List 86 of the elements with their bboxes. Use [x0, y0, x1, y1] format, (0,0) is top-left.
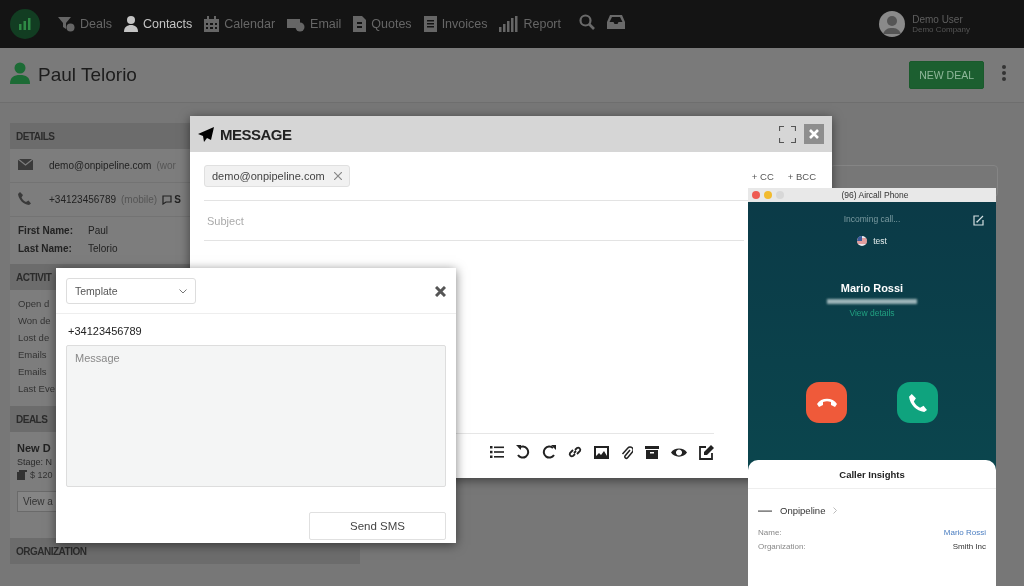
bcc-link[interactable]: + BCC [787, 170, 816, 182]
call-status: Incoming call... [843, 214, 901, 224]
avatar-icon[interactable] [879, 11, 906, 37]
view-all-button[interactable]: View a [17, 491, 59, 512]
view-details-link[interactable]: View details [849, 308, 895, 318]
popout-icon[interactable] [973, 215, 984, 226]
inbox-icon[interactable] [607, 15, 625, 29]
field-label: Last Name: [18, 243, 73, 254]
phone-icon [908, 393, 927, 412]
remove-icon[interactable] [333, 172, 342, 180]
decline-call-button[interactable] [806, 382, 847, 423]
close-button[interactable] [804, 124, 824, 144]
accept-call-button[interactable] [897, 382, 938, 423]
nav-item[interactable]: Email [287, 16, 342, 32]
deal-name[interactable]: New D [17, 442, 51, 454]
document-icon [353, 16, 367, 32]
window-title: (96) Aircall Phone [840, 190, 910, 200]
expand-icon[interactable] [779, 125, 796, 143]
redo-icon[interactable] [542, 445, 556, 459]
insight-label: Organization: [758, 542, 806, 551]
line-name: test [873, 236, 887, 246]
chart-logo-icon [16, 15, 34, 33]
insight-value[interactable]: Mario Rossi [943, 528, 986, 537]
app-logo[interactable] [10, 9, 40, 39]
user-name: Demo User [912, 14, 964, 25]
activity-stat: Open d [18, 298, 50, 309]
insights-title: Caller Insights [748, 460, 996, 489]
person-icon [123, 16, 138, 32]
contact-name: Paul Telorio [38, 64, 137, 86]
edit-icon[interactable] [699, 444, 714, 460]
nav-item[interactable]: Calendar [204, 16, 276, 32]
recipient-phone: +34123456789 [67, 324, 143, 339]
link-icon[interactable] [568, 445, 582, 459]
activity-stat: Last Eve [18, 383, 55, 394]
nav-item[interactable]: Deals [58, 16, 112, 32]
phone-number[interactable]: +34123456789 [49, 194, 117, 205]
chat-bubble-icon [162, 194, 173, 205]
funnel-icon [58, 16, 75, 32]
activity-stat: Won de [18, 315, 51, 326]
paperclip-icon[interactable] [621, 444, 633, 460]
close-icon [809, 129, 819, 139]
email-address[interactable]: demo@onpipeline.com [49, 160, 152, 171]
close-dot-icon[interactable] [752, 191, 760, 199]
close-icon [435, 285, 446, 297]
chevron-right-icon [833, 507, 838, 514]
activity-stat: Lost de [18, 332, 50, 343]
message-field[interactable]: Message [66, 345, 446, 487]
receipt-icon [423, 16, 437, 32]
message-title: MESSAGE [220, 125, 292, 143]
new-deal-button[interactable]: NEW DEAL [909, 61, 984, 89]
calendar-icon [204, 16, 220, 32]
paper-plane-icon [198, 126, 214, 142]
nav-item[interactable]: Contacts [123, 16, 193, 32]
send-sms-button[interactable]: Send SMS [309, 512, 446, 540]
image-icon[interactable] [594, 445, 609, 459]
search-icon[interactable] [579, 14, 595, 30]
eye-icon[interactable] [671, 446, 687, 458]
field-label: First Name: [18, 225, 74, 236]
phone-icon [18, 192, 31, 205]
insight-label: Name: [758, 528, 782, 537]
deal-amount: $ 120 [30, 470, 53, 480]
activity-stat: Emails [18, 349, 47, 360]
envelope-icon [18, 159, 33, 170]
contact-person-icon [10, 62, 30, 84]
list-icon[interactable] [490, 446, 504, 458]
activity-stat: Emails [18, 366, 47, 377]
recipient-chip[interactable]: demo@onpipeline.com [204, 165, 350, 187]
bar-chart-icon [499, 16, 519, 32]
nav-item[interactable]: Invoices [423, 16, 488, 32]
hang-up-icon [816, 398, 837, 407]
cc-link[interactable]: + CC [751, 170, 774, 182]
minimize-dot-icon[interactable] [764, 191, 772, 199]
template-dropdown[interactable]: Template [66, 278, 196, 304]
nav-item[interactable]: Quotes [353, 16, 412, 32]
sms-link[interactable]: S [174, 194, 181, 205]
archive-box-icon[interactable] [645, 445, 659, 459]
chevron-down-icon [179, 288, 187, 294]
nav-item[interactable]: Report [499, 16, 561, 32]
insight-value: Smith Inc [952, 542, 986, 551]
flag-icon [857, 236, 868, 246]
company-name[interactable]: Onpipeline [780, 505, 826, 516]
more-menu-icon[interactable] [1002, 65, 1006, 81]
deal-stage: Stage: N [17, 457, 53, 467]
undo-icon[interactable] [516, 445, 530, 459]
caller-name: Mario Rossi [840, 282, 904, 294]
close-button[interactable] [435, 285, 446, 297]
